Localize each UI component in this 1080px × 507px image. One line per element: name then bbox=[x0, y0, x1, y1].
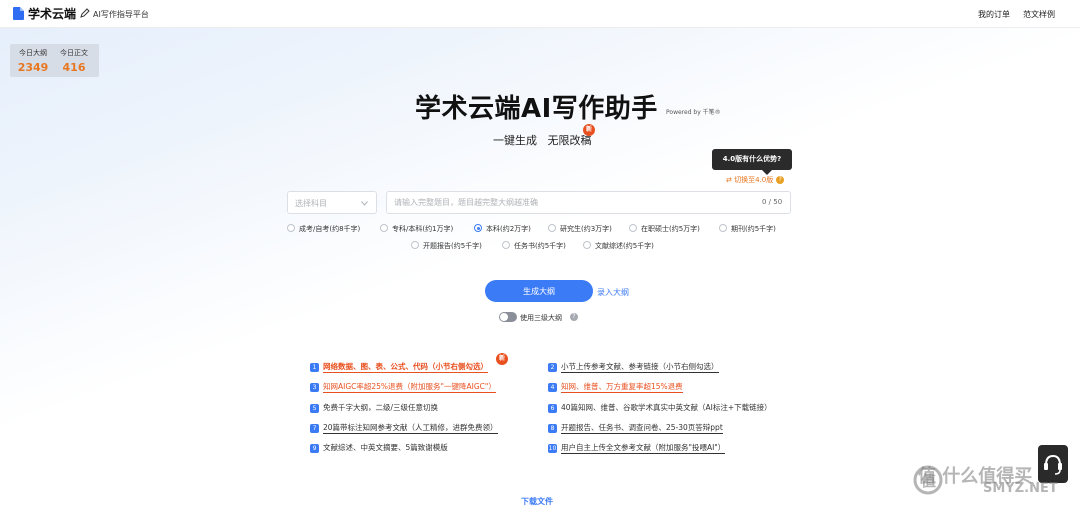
feature-item: 5 免费千字大纲，二级/三级任意切换 bbox=[310, 402, 438, 413]
new-badge: 新 bbox=[583, 124, 595, 136]
feature-item: 6 40篇知网、维普、谷歌学术真实中英文献（AI标注+下载链接） bbox=[548, 402, 772, 413]
number-badge: 10 bbox=[548, 444, 557, 453]
radio-label: 专科/本科(约1万字) bbox=[392, 225, 454, 233]
page-title: 学术云端AI写作助手 bbox=[415, 94, 658, 124]
subtitle: 一键生成 无限改稿 bbox=[493, 134, 592, 147]
nav-my-orders[interactable]: 我的订单 bbox=[978, 9, 1010, 20]
radio-label: 研究生(约3万字) bbox=[560, 225, 612, 233]
enter-outline-link[interactable]: 录入大纲 bbox=[597, 287, 629, 298]
feature-text: 知网、维普、万方重复率超15%退费 bbox=[561, 382, 683, 393]
number-badge: 3 bbox=[310, 383, 319, 392]
switch-version-label: ⇄ 切换至4.0版 bbox=[726, 176, 774, 184]
number-badge: 4 bbox=[548, 383, 557, 392]
pen-icon bbox=[80, 8, 90, 18]
subject-select[interactable]: 选择科目 bbox=[287, 191, 377, 214]
radio-circle-icon bbox=[502, 241, 510, 249]
download-file-link[interactable]: 下载文件 bbox=[521, 496, 553, 507]
char-counter: 0 / 50 bbox=[762, 198, 783, 206]
radio-circle-icon bbox=[719, 224, 727, 232]
radio-label: 文献综述(约5千字) bbox=[595, 242, 654, 250]
number-badge: 7 bbox=[310, 424, 319, 433]
three-level-outline-toggle[interactable] bbox=[499, 312, 517, 322]
radio-label: 开题报告(约5千字) bbox=[423, 242, 482, 250]
stat-outlines: 今日大纲 2349 bbox=[13, 48, 53, 74]
top-header: 学术云端 AI写作指导平台 我的订单 范文样例 bbox=[0, 0, 1080, 28]
radio-circle-icon bbox=[287, 224, 295, 232]
powered-by: Powered by 千笔® bbox=[666, 109, 721, 116]
slogan: AI写作指导平台 bbox=[93, 10, 149, 19]
radio-label: 本科(约2万字) bbox=[486, 225, 531, 233]
number-badge: 1 bbox=[310, 363, 319, 372]
radio-degree-4[interactable]: 研究生(约3万字) bbox=[548, 224, 612, 234]
number-badge: 5 bbox=[310, 404, 319, 413]
help-icon[interactable]: ? bbox=[570, 313, 578, 321]
radio-degree-9[interactable]: 文献综述(约5千字) bbox=[583, 241, 654, 251]
feature-text: 开题报告、任务书、调查问卷、25-30页答辩ppt bbox=[561, 423, 723, 434]
feature-item[interactable]: 4 知网、维普、万方重复率超15%退费 bbox=[548, 381, 683, 393]
radio-degree-3[interactable]: 本科(约2万字) bbox=[474, 224, 531, 234]
feature-item[interactable]: 7 20篇带标注知网参考文献（人工精修，进群免费领） bbox=[310, 422, 498, 434]
radio-label: 任务书(约5千字) bbox=[514, 242, 566, 250]
feature-text: 网络数据、图、表、公式、代码（小节右侧勾选） bbox=[323, 362, 488, 373]
radio-degree-5[interactable]: 在职硕士(约5万字) bbox=[629, 224, 700, 234]
radio-circle-icon bbox=[411, 241, 419, 249]
watermark-url: SMYZ.NET bbox=[983, 481, 1058, 496]
stat-label: 今日正文 bbox=[60, 49, 88, 57]
feature-text: 免费千字大纲，二级/三级任意切换 bbox=[323, 403, 439, 412]
feature-item[interactable]: 10 用户自主上传全文参考文献（附加服务"投喂AI"） bbox=[548, 442, 726, 454]
radio-circle-icon bbox=[548, 224, 556, 232]
feature-text: 小节上传参考文献、参考链接（小节右侧勾选） bbox=[561, 362, 719, 373]
feature-item[interactable]: 3 知网AIGC率超25%退费（附加服务"一键降AIGC"） bbox=[310, 381, 496, 393]
number-badge: 6 bbox=[548, 404, 557, 413]
radio-circle-icon bbox=[629, 224, 637, 232]
stat-value: 2349 bbox=[17, 61, 49, 74]
radio-degree-8[interactable]: 任务书(约5千字) bbox=[502, 241, 566, 251]
document-logo-icon bbox=[13, 7, 24, 20]
radio-degree-6[interactable]: 期刊(约5千字) bbox=[719, 224, 776, 234]
help-icon[interactable]: ? bbox=[776, 176, 785, 184]
daily-stats-panel: 今日大纲 2349 今日正文 416 bbox=[10, 44, 99, 77]
radio-circle-icon bbox=[380, 224, 388, 232]
feature-item[interactable]: 1 网络数据、图、表、公式、代码（小节右侧勾选） bbox=[310, 361, 488, 373]
toggle-label: 使用三级大纲 bbox=[520, 314, 562, 322]
radio-degree-1[interactable]: 成考/自考(约8千字) bbox=[287, 224, 360, 234]
logo-text[interactable]: 学术云端 bbox=[28, 5, 76, 22]
generate-outline-button[interactable]: 生成大纲 bbox=[485, 280, 593, 302]
feature-text: 知网AIGC率超25%退费（附加服务"一键降AIGC"） bbox=[323, 382, 496, 393]
chevron-down-icon bbox=[361, 201, 368, 206]
number-badge: 8 bbox=[548, 424, 557, 433]
stat-value: 416 bbox=[62, 61, 86, 74]
topic-input[interactable] bbox=[386, 191, 791, 214]
nav-samples[interactable]: 范文样例 bbox=[1023, 9, 1055, 20]
radio-label: 在职硕士(约5万字) bbox=[641, 225, 700, 233]
stat-fulltexts: 今日正文 416 bbox=[54, 48, 94, 74]
new-badge: 新 bbox=[496, 353, 508, 365]
feature-item[interactable]: 2 小节上传参考文献、参考链接（小节右侧勾选） bbox=[548, 361, 719, 373]
stat-label: 今日大纲 bbox=[19, 49, 47, 57]
feature-text: 用户自主上传全文参考文献（附加服务"投喂AI"） bbox=[561, 443, 726, 454]
number-badge: 2 bbox=[548, 363, 557, 372]
feature-text: 文献综述、中英文摘要、5篇致谢模版 bbox=[323, 443, 448, 452]
page: 学术云端 AI写作指导平台 我的订单 范文样例 今日大纲 2349 今日正文 4… bbox=[0, 0, 1080, 507]
radio-circle-icon bbox=[583, 241, 591, 249]
version-tooltip: 4.0版有什么优势? bbox=[712, 149, 792, 175]
radio-selected-icon bbox=[474, 224, 482, 232]
switch-version-link[interactable]: ⇄ 切换至4.0版? bbox=[726, 175, 785, 185]
radio-degree-2[interactable]: 专科/本科(约1万字) bbox=[380, 224, 453, 234]
radio-degree-7[interactable]: 开题报告(约5千字) bbox=[411, 241, 482, 251]
feature-item[interactable]: 8 开题报告、任务书、调查问卷、25-30页答辩ppt bbox=[548, 422, 723, 434]
feature-text: 20篇带标注知网参考文献（人工精修，进群免费领） bbox=[323, 423, 498, 434]
number-badge: 9 bbox=[310, 444, 319, 453]
subject-placeholder: 选择科目 bbox=[295, 199, 327, 208]
radio-label: 期刊(约5千字) bbox=[731, 225, 776, 233]
feature-text: 40篇知网、维普、谷歌学术真实中英文献（AI标注+下载链接） bbox=[561, 403, 772, 412]
feature-item: 9 文献综述、中英文摘要、5篇致谢模版 bbox=[310, 442, 448, 453]
radio-label: 成考/自考(约8千字) bbox=[299, 225, 361, 233]
